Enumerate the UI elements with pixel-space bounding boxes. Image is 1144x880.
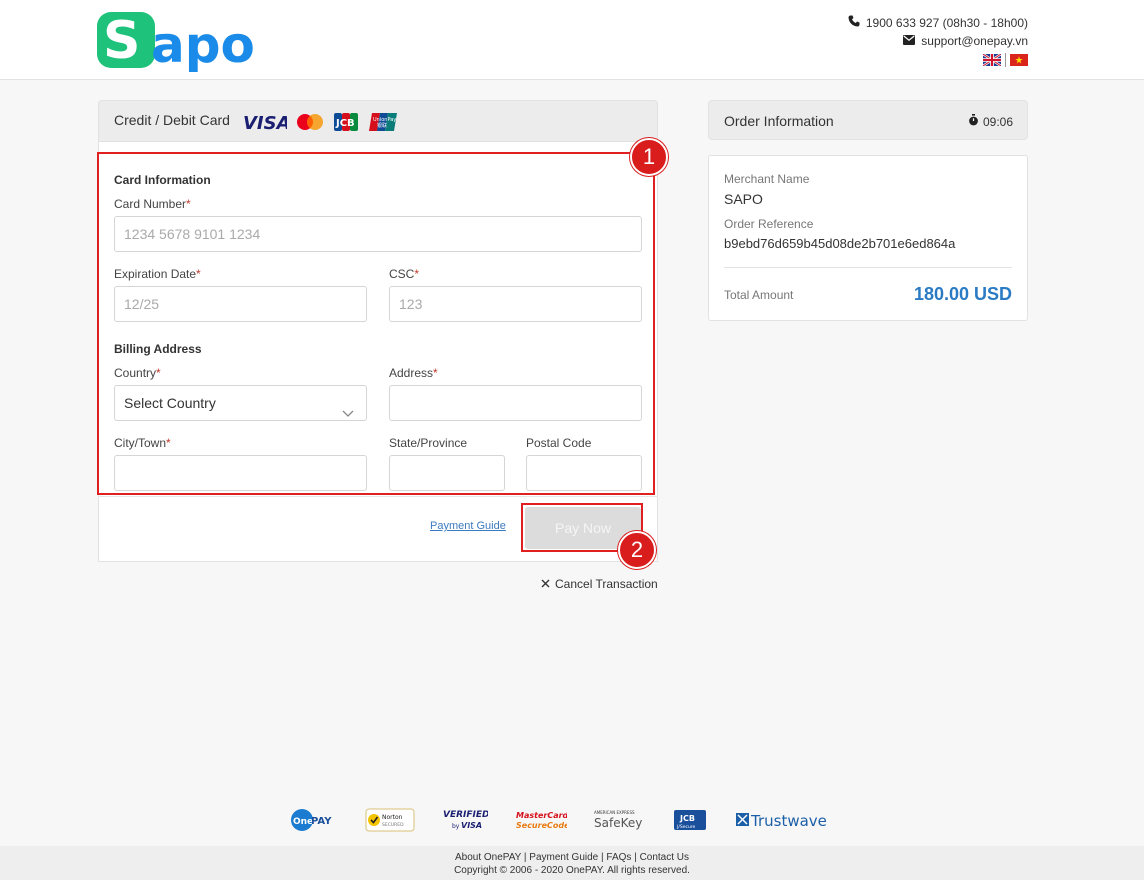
norton-secured-badge-icon: Norton SECURED xyxy=(365,806,415,834)
svg-text:VISA: VISA xyxy=(461,821,482,830)
footer-link-about[interactable]: About OnePAY xyxy=(455,852,521,863)
svg-text:银联: 银联 xyxy=(377,122,387,129)
unionpay-logo-icon: UnionPay 银联 xyxy=(369,113,397,131)
uk-flag-icon[interactable] xyxy=(982,53,1002,67)
merchant-name-label: Merchant Name xyxy=(724,172,810,186)
verified-by-visa-badge-icon: VERIFIED by VISA xyxy=(442,806,490,834)
onepay-badge-icon: One PAY xyxy=(291,806,337,834)
copyright: Copyright © 2006 - 2020 OnePAY. All righ… xyxy=(454,865,690,876)
svg-text:J/Secure: J/Secure xyxy=(676,824,696,830)
svg-text:SecureCode.: SecureCode. xyxy=(516,821,567,830)
svg-text:JCB: JCB xyxy=(679,814,695,823)
svg-text:AMERICAN EXPRESS: AMERICAN EXPRESS xyxy=(594,810,635,815)
annotation-badge-2: 2 xyxy=(618,531,656,569)
annotation-badge-1: 1 xyxy=(630,138,668,176)
flag-separator xyxy=(1005,53,1006,67)
order-reference-value: b9ebd76d659b45d08de2b701e6ed864a xyxy=(724,236,956,251)
email-row: support@onepay.vn xyxy=(848,32,1028,50)
payment-guide-link[interactable]: Payment Guide xyxy=(430,520,506,532)
cancel-transaction-label: Cancel Transaction xyxy=(555,577,658,591)
envelope-icon xyxy=(903,32,916,50)
annotation-box-card-form xyxy=(97,152,655,495)
mastercard-securecode-badge-icon: MasterCard. SecureCode. xyxy=(515,806,573,834)
svg-text:Norton: Norton xyxy=(382,814,403,821)
contact-info: 1900 633 927 (08h30 - 18h00) support@one… xyxy=(848,14,1028,67)
merchant-name-value: SAPO xyxy=(724,191,763,207)
footer-link-payment-guide[interactable]: Payment Guide xyxy=(529,852,598,863)
svg-text:JCB: JCB xyxy=(335,118,355,129)
svg-text:SECURED: SECURED xyxy=(382,822,404,828)
svg-text:MasterCard.: MasterCard. xyxy=(516,811,567,820)
order-reference-label: Order Reference xyxy=(724,217,814,231)
timer-value: 09:06 xyxy=(982,114,1013,129)
trust-badges: One PAY Norton SECURED VERIFIED by VISA Mast… xyxy=(0,800,1144,840)
language-switcher xyxy=(848,53,1028,67)
footer-link-contact[interactable]: Contact Us xyxy=(640,852,689,863)
svg-text:apo: apo xyxy=(151,16,255,72)
svg-text:PAY: PAY xyxy=(311,816,332,827)
phone-icon xyxy=(848,14,860,32)
safekey-badge-icon: AMERICAN EXPRESS SafeKey xyxy=(592,806,648,834)
footer-links: About OnePAY | Payment Guide | FAQs | Co… xyxy=(454,852,690,863)
visa-logo-icon: VISA xyxy=(243,113,291,134)
countdown-timer: 09:06 xyxy=(968,114,1013,129)
phone-row: 1900 633 927 (08h30 - 18h00) xyxy=(848,14,1028,32)
order-info-title: Order Information xyxy=(724,113,834,129)
payment-method-header: Credit / Debit Card VISA JCB UnionPay 银联 xyxy=(98,100,658,142)
jcb-jsecure-badge-icon: JCB J/Secure xyxy=(673,806,707,834)
mastercard-logo-icon xyxy=(295,113,325,131)
svg-text:VERIFIED: VERIFIED xyxy=(443,810,488,820)
trustwave-badge-icon: Trustwave xyxy=(735,806,837,834)
stopwatch-icon xyxy=(968,114,979,129)
support-email[interactable]: support@onepay.vn xyxy=(921,32,1028,50)
svg-text:SafeKey: SafeKey xyxy=(594,816,642,830)
svg-text:S: S xyxy=(103,11,140,71)
close-icon xyxy=(541,577,550,591)
phone-number: 1900 633 927 (08h30 - 18h00) xyxy=(865,16,1028,30)
total-amount-label: Total Amount xyxy=(724,288,794,302)
cancel-transaction-link[interactable]: Cancel Transaction xyxy=(541,577,658,591)
order-info-header: Order Information 09:06 xyxy=(708,100,1028,140)
order-divider xyxy=(724,267,1012,268)
svg-text:by: by xyxy=(452,823,460,830)
footer-link-faqs[interactable]: FAQs xyxy=(606,852,631,863)
svg-text:VISA: VISA xyxy=(243,113,287,131)
payment-method-label: Credit / Debit Card xyxy=(114,112,230,128)
header: S apo 1900 633 927 (08h30 - 18h00) suppo… xyxy=(0,0,1144,80)
footer: About OnePAY | Payment Guide | FAQs | Co… xyxy=(0,846,1144,880)
total-amount-value: 180.00 USD xyxy=(913,284,1012,304)
svg-text:Trustwave: Trustwave xyxy=(750,812,827,830)
form-divider xyxy=(98,496,658,497)
vietnam-flag-icon[interactable] xyxy=(1010,54,1028,66)
jcb-logo-icon: JCB xyxy=(334,113,358,131)
sapo-logo[interactable]: S apo xyxy=(97,8,267,72)
order-details: Merchant Name SAPO Order Reference b9ebd… xyxy=(708,155,1028,321)
